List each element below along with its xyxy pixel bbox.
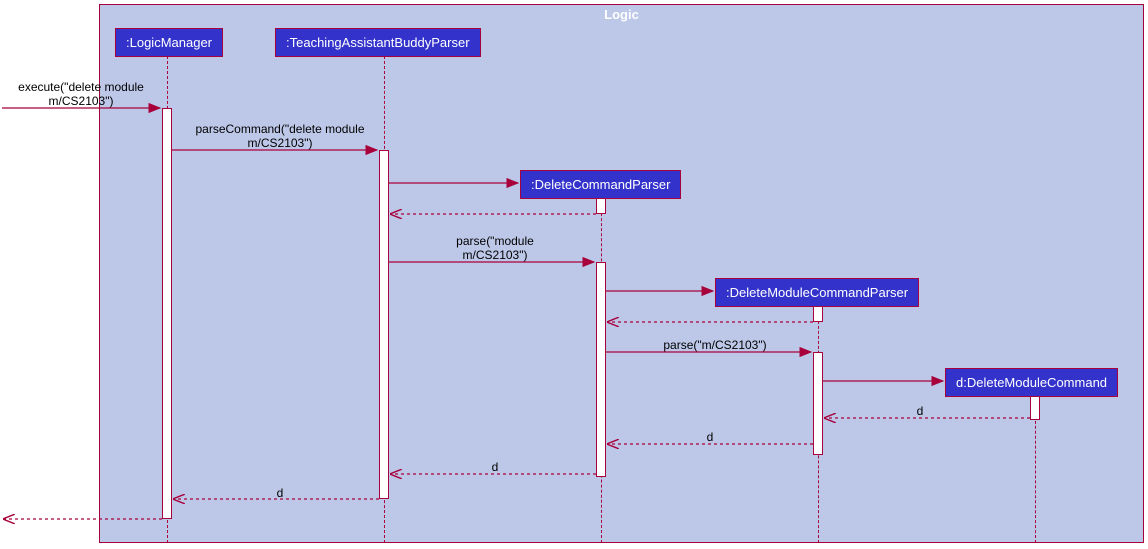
activation-dcp-create — [596, 198, 606, 214]
participant-deletemodulecommand: d:DeleteModuleCommand — [945, 368, 1118, 397]
activation-lm — [162, 108, 172, 519]
frame-title: Logic — [594, 5, 649, 24]
activation-dcp — [596, 262, 606, 477]
activation-dmcp — [813, 352, 823, 455]
logic-frame: Logic — [99, 4, 1144, 543]
msg-return-d1: d — [905, 404, 935, 418]
activation-dmcp-create — [813, 306, 823, 322]
activation-tab — [379, 150, 389, 499]
msg-return-d2: d — [695, 430, 725, 444]
participant-deletecommandparser: :DeleteCommandParser — [520, 170, 681, 199]
participant-tabparser: :TeachingAssistantBuddyParser — [275, 28, 481, 57]
msg-parsecommand: parseCommand("delete modulem/CS2103") — [180, 122, 380, 151]
msg-parsem: parse("m/CS2103") — [650, 338, 780, 352]
activation-dmc — [1030, 396, 1040, 420]
msg-execute: execute("delete modulem/CS2103") — [6, 80, 156, 109]
msg-return-d4: d — [265, 486, 295, 500]
participant-logicmanager: :LogicManager — [115, 28, 223, 57]
msg-return-d3: d — [480, 460, 510, 474]
participant-deletemodulecommandparser: :DeleteModuleCommandParser — [715, 278, 919, 307]
msg-parsemodule: parse("modulem/CS2103") — [400, 234, 590, 263]
